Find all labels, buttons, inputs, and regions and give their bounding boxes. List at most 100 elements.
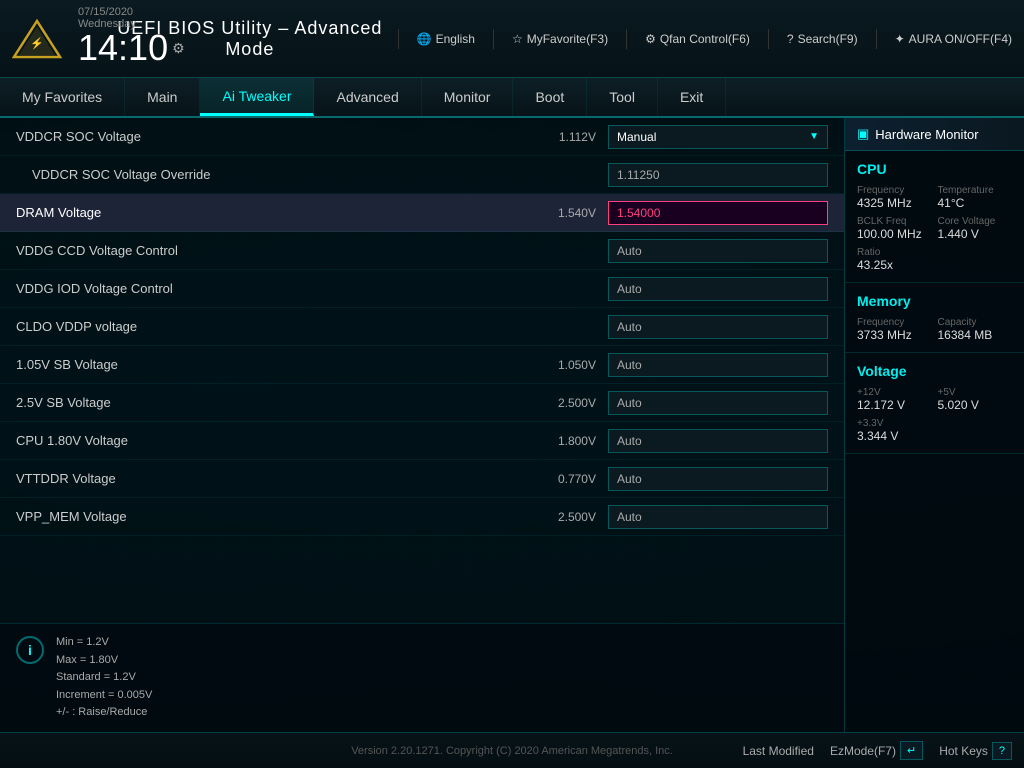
setting-value-2v5-sb: 2.500V <box>541 396 596 410</box>
footer-right: Last Modified EzMode(F7) ↵ Hot Keys ? <box>743 741 1012 760</box>
setting-control-2v5-sb[interactable]: Auto <box>608 391 828 415</box>
input-cldo-vddp[interactable]: Auto <box>608 315 828 339</box>
setting-control-vddcr-override[interactable]: 1.11250 <box>608 163 828 187</box>
setting-value-dram: 1.540V <box>541 206 596 220</box>
input-cpu-1v8[interactable]: Auto <box>608 429 828 453</box>
dropdown-vddcr-soc[interactable]: Manual ▼ <box>608 125 828 149</box>
input-vttddr[interactable]: Auto <box>608 467 828 491</box>
setting-label-vddcr-soc: VDDCR SOC Voltage <box>16 129 541 144</box>
setting-control-1v05-sb[interactable]: Auto <box>608 353 828 377</box>
datetime-block: 07/15/2020 Wednesday 14:10 ⚙ <box>78 6 185 66</box>
setting-row-vddcr-soc[interactable]: VDDCR SOC Voltage 1.112V Manual ▼ <box>0 118 844 156</box>
toolbar-sep-1 <box>398 29 399 49</box>
cpu-bclk-item: BCLK Freq 100.00 MHz <box>857 216 932 241</box>
setting-control-cpu-1v8[interactable]: Auto <box>608 429 828 453</box>
setting-label-vddg-iod: VDDG IOD Voltage Control <box>16 281 541 296</box>
search-button[interactable]: ? Search(F9) <box>787 32 858 46</box>
setting-row-1v05-sb[interactable]: 1.05V SB Voltage 1.050V Auto <box>0 346 844 384</box>
setting-label-vttddr: VTTDDR Voltage <box>16 471 541 486</box>
memory-capacity-item: Capacity 16384 MB <box>938 317 1013 342</box>
cpu-section: CPU Frequency 4325 MHz Temperature 41°C … <box>845 151 1024 283</box>
cpu-ratio-item: Ratio 43.25x <box>857 247 932 272</box>
input-dram[interactable]: 1.54000 <box>608 201 828 225</box>
setting-value-vpp-mem: 2.500V <box>541 510 596 524</box>
nav-main[interactable]: Main <box>125 78 200 116</box>
time-display: 14:10 ⚙ <box>78 30 185 66</box>
monitor-icon: ▣ <box>857 126 869 142</box>
setting-control-dram[interactable]: 1.54000 <box>608 201 828 225</box>
v5-item: +5V 5.020 V <box>938 387 1013 412</box>
setting-label-vpp-mem: VPP_MEM Voltage <box>16 509 541 524</box>
setting-control-vddg-ccd[interactable]: Auto <box>608 239 828 263</box>
setting-row-2v5-sb[interactable]: 2.5V SB Voltage 2.500V Auto <box>0 384 844 422</box>
settings-list: VDDCR SOC Voltage 1.112V Manual ▼ VDDCR … <box>0 118 844 623</box>
aura-button[interactable]: ✦ AURA ON/OFF(F4) <box>895 32 1012 46</box>
toolbar: 🌐 English ☆ MyFavorite(F3) ⚙ Qfan Contro… <box>398 29 1012 49</box>
setting-label-dram: DRAM Voltage <box>16 205 541 220</box>
input-2v5-sb[interactable]: Auto <box>608 391 828 415</box>
settings-gear-icon[interactable]: ⚙ <box>172 41 185 55</box>
setting-row-vddg-ccd[interactable]: VDDG CCD Voltage Control Auto <box>0 232 844 270</box>
memory-grid: Frequency 3733 MHz Capacity 16384 MB <box>857 317 1012 342</box>
toolbar-sep-3 <box>626 29 627 49</box>
setting-control-vddg-iod[interactable]: Auto <box>608 277 828 301</box>
setting-control-vttddr[interactable]: Auto <box>608 467 828 491</box>
input-vddcr-override[interactable]: 1.11250 <box>608 163 828 187</box>
setting-row-dram[interactable]: DRAM Voltage 1.540V 1.54000 <box>0 194 844 232</box>
toolbar-sep-5 <box>876 29 877 49</box>
hot-keys-button[interactable]: Hot Keys ? <box>939 742 1012 760</box>
hw-monitor-title: ▣ Hardware Monitor <box>845 118 1024 151</box>
info-box: i Min = 1.2V Max = 1.80V Standard = 1.2V… <box>0 623 844 732</box>
globe-icon: 🌐 <box>417 32 432 46</box>
info-icon: i <box>16 636 44 664</box>
setting-row-cldo-vddp[interactable]: CLDO VDDP voltage Auto <box>0 308 844 346</box>
setting-value-vddcr-soc: 1.112V <box>541 130 596 144</box>
language-selector[interactable]: 🌐 English <box>417 32 475 46</box>
fan-icon: ⚙ <box>645 32 656 46</box>
toolbar-sep-4 <box>768 29 769 49</box>
setting-label-2v5-sb: 2.5V SB Voltage <box>16 395 541 410</box>
aura-icon: ✦ <box>895 32 905 46</box>
setting-label-1v05-sb: 1.05V SB Voltage <box>16 357 541 372</box>
setting-row-cpu-1v8[interactable]: CPU 1.80V Voltage 1.800V Auto <box>0 422 844 460</box>
ez-mode-button[interactable]: EzMode(F7) ↵ <box>830 741 923 760</box>
input-vpp-mem[interactable]: Auto <box>608 505 828 529</box>
setting-row-vttddr[interactable]: VTTDDR Voltage 0.770V Auto <box>0 460 844 498</box>
hot-keys-question-icon: ? <box>992 742 1012 760</box>
ez-mode-arrow-icon: ↵ <box>900 741 923 760</box>
qfan-button[interactable]: ⚙ Qfan Control(F6) <box>645 32 750 46</box>
setting-control-vddcr-soc[interactable]: Manual ▼ <box>608 125 828 149</box>
nav-exit[interactable]: Exit <box>658 78 726 116</box>
favorite-icon: ☆ <box>512 32 523 46</box>
input-1v05-sb[interactable]: Auto <box>608 353 828 377</box>
nav-monitor[interactable]: Monitor <box>422 78 514 116</box>
setting-value-cpu-1v8: 1.800V <box>541 434 596 448</box>
setting-label-vddg-ccd: VDDG CCD Voltage Control <box>16 243 541 258</box>
voltage-grid: +12V 12.172 V +5V 5.020 V +3.3V 3.344 V <box>857 387 1012 443</box>
info-text: Min = 1.2V Max = 1.80V Standard = 1.2V I… <box>56 634 152 722</box>
my-favorite-button[interactable]: ☆ MyFavorite(F3) <box>512 32 608 46</box>
last-modified-button[interactable]: Last Modified <box>743 744 814 758</box>
search-icon: ? <box>787 32 794 46</box>
input-vddg-ccd[interactable]: Auto <box>608 239 828 263</box>
setting-row-vpp-mem[interactable]: VPP_MEM Voltage 2.500V Auto <box>0 498 844 536</box>
memory-frequency-item: Frequency 3733 MHz <box>857 317 932 342</box>
voltage-section: Voltage +12V 12.172 V +5V 5.020 V +3.3V … <box>845 353 1024 454</box>
setting-row-vddg-iod[interactable]: VDDG IOD Voltage Control Auto <box>0 270 844 308</box>
nav-tool[interactable]: Tool <box>587 78 658 116</box>
setting-row-vddcr-override[interactable]: VDDCR SOC Voltage Override 1.11250 <box>0 156 844 194</box>
setting-control-vpp-mem[interactable]: Auto <box>608 505 828 529</box>
nav-ai-tweaker[interactable]: Ai Tweaker <box>200 78 314 116</box>
nav-my-favorites[interactable]: My Favorites <box>0 78 125 116</box>
left-panel: VDDCR SOC Voltage 1.112V Manual ▼ VDDCR … <box>0 118 844 732</box>
input-vddg-iod[interactable]: Auto <box>608 277 828 301</box>
setting-value-vttddr: 0.770V <box>541 472 596 486</box>
setting-control-cldo-vddp[interactable]: Auto <box>608 315 828 339</box>
cpu-section-title: CPU <box>857 161 1012 177</box>
main-content: VDDCR SOC Voltage 1.112V Manual ▼ VDDCR … <box>0 118 1024 732</box>
nav-boot[interactable]: Boot <box>513 78 587 116</box>
cpu-grid: Frequency 4325 MHz Temperature 41°C BCLK… <box>857 185 1012 272</box>
nav-advanced[interactable]: Advanced <box>314 78 421 116</box>
v33-item: +3.3V 3.344 V <box>857 418 932 443</box>
cpu-frequency-item: Frequency 4325 MHz <box>857 185 932 210</box>
